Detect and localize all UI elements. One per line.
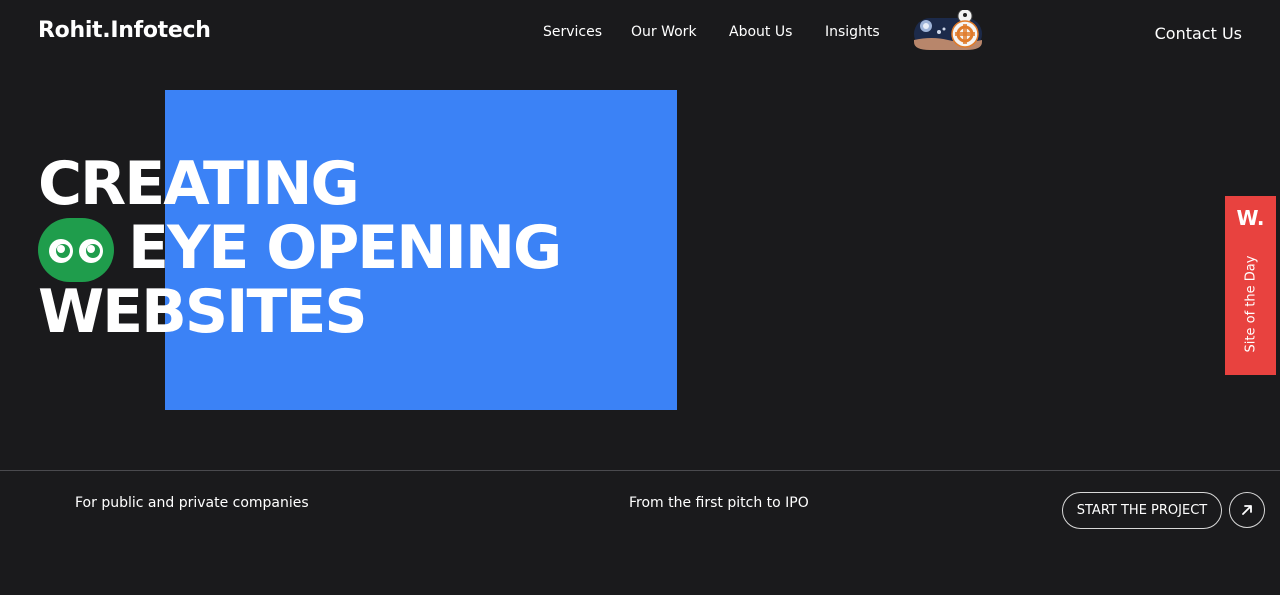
tagline-left: For public and private companies [75, 495, 309, 511]
headline-line-2: EYE OPENING [38, 213, 562, 283]
award-label: Site of the Day [1243, 255, 1259, 353]
space-robot-toggle-icon [914, 8, 982, 50]
nav-about-us[interactable]: About Us [729, 24, 792, 40]
divider [0, 470, 1280, 471]
theme-toggle[interactable] [912, 8, 984, 52]
nav-services[interactable]: Services [543, 24, 602, 40]
page: Rohit.Infotech Services Our Work About U… [0, 0, 1280, 595]
headline-line-3: WEBSITES [38, 277, 368, 347]
headline-line-1: CREATING [38, 149, 360, 219]
eyes-icon [38, 218, 114, 282]
start-project-arrow-button[interactable] [1229, 492, 1265, 528]
arrow-up-right-icon [1242, 505, 1252, 515]
logo[interactable]: Rohit.Infotech [38, 18, 211, 43]
contact-link[interactable]: Contact Us [1155, 24, 1242, 43]
award-mark: W. [1236, 206, 1265, 230]
site-of-the-day-badge[interactable]: W. Site of the Day [1225, 196, 1276, 375]
headline-line-2-text: EYE OPENING [128, 213, 562, 283]
nav-insights[interactable]: Insights [825, 24, 880, 40]
start-project-button[interactable]: START THE PROJECT [1062, 492, 1222, 529]
tagline-middle: From the first pitch to IPO [629, 495, 809, 511]
nav-our-work[interactable]: Our Work [631, 24, 697, 40]
hero-headline: CREATING EYE OPENING WEBSITES [38, 149, 562, 347]
